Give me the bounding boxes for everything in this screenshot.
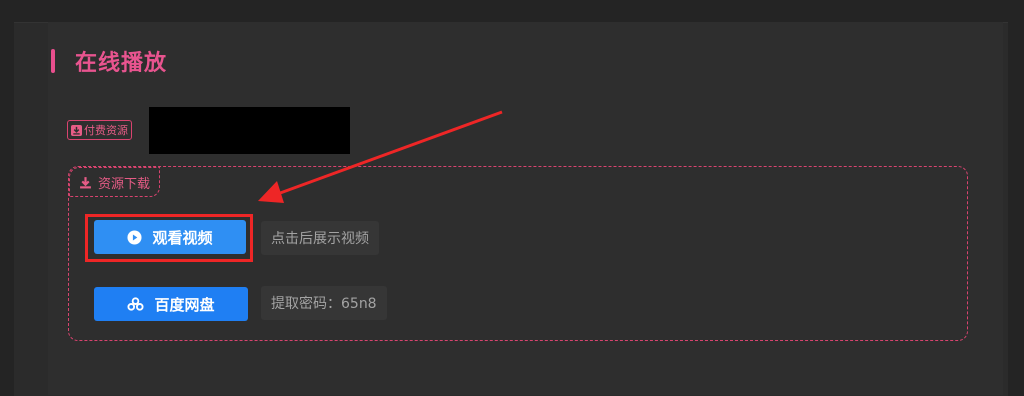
arrow-shaft xyxy=(271,110,503,198)
arrow-head xyxy=(258,181,284,203)
annotation-arrow xyxy=(258,110,503,203)
